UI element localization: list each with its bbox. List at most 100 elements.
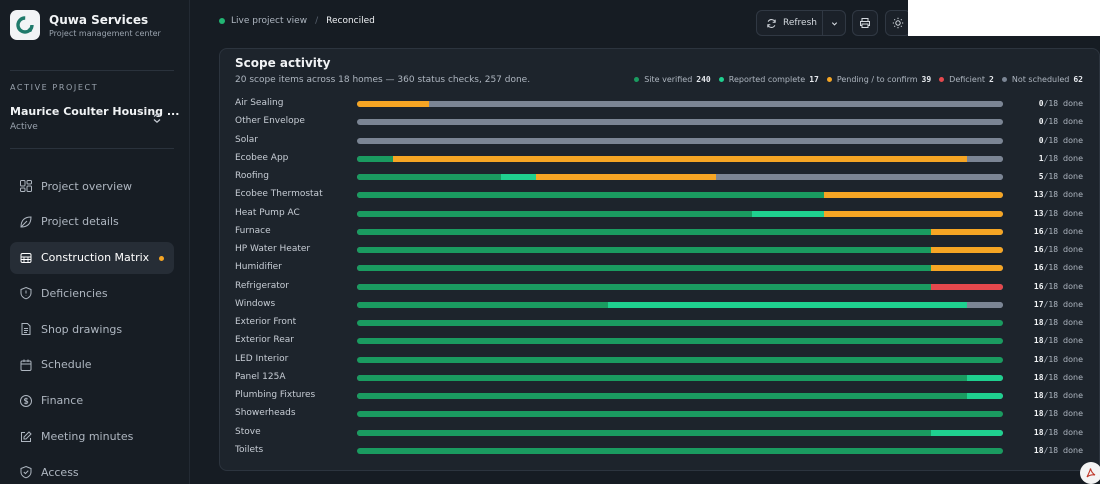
legend-dot <box>718 77 724 82</box>
scope-row[interactable]: Windows 17/18 done <box>235 296 1095 314</box>
scope-row[interactable]: Stove 18/18 done <box>235 424 1095 442</box>
total-count: 18 <box>1048 153 1059 163</box>
legend-item: Deficient 2 <box>939 75 994 84</box>
done-count: 16 <box>1033 226 1044 236</box>
overlay-panel <box>908 0 1100 36</box>
scope-progress-bar <box>357 301 1003 308</box>
scope-progress-bar <box>357 320 1003 326</box>
scope-item-count: 18/18 done <box>1034 391 1083 400</box>
total-count: 18 <box>1048 226 1059 236</box>
segment-reported-complete <box>967 393 1003 399</box>
project-status: Active <box>10 122 38 132</box>
nav-item-schedule[interactable]: Schedule <box>10 349 174 381</box>
legend-count: 17 <box>809 75 819 84</box>
total-count: 18 <box>1048 172 1059 181</box>
nav-item-meeting-minutes[interactable]: Meeting minutes <box>10 421 174 453</box>
scope-row[interactable]: Plumbing Fixtures 18/18 done <box>235 387 1095 405</box>
scope-item-count: 16/18 done <box>1034 282 1083 291</box>
scope-progress-bar <box>357 283 1003 290</box>
scope-row[interactable]: LED Interior 18/18 done <box>235 351 1095 369</box>
segment-site-verified <box>357 155 393 162</box>
done-label: done <box>1063 135 1083 145</box>
shield-alert-icon <box>20 287 32 300</box>
scope-row[interactable]: Ecobee App 1/18 done <box>235 150 1095 168</box>
scope-item-name: Plumbing Fixtures <box>235 390 316 400</box>
pdf-icon[interactable] <box>1080 462 1100 484</box>
card-title: Scope activity <box>235 56 331 70</box>
edit-icon <box>21 430 32 442</box>
total-count: 18 <box>1048 281 1059 291</box>
nav-item-finance[interactable]: Finance <box>10 385 174 417</box>
scope-progress-bar <box>357 174 1003 180</box>
scope-row[interactable]: Exterior Front 18/18 done <box>235 314 1095 332</box>
segment-site-verified <box>357 174 501 180</box>
brand[interactable]: Quwa Services Project management center <box>10 10 161 40</box>
segment-site-verified <box>357 356 1003 363</box>
done-count: 18 <box>1033 445 1044 455</box>
scope-progress-bar <box>357 429 1003 436</box>
done-label: done <box>1063 427 1083 437</box>
nav-item-project-details[interactable]: Project details <box>10 206 174 238</box>
scope-progress-bar <box>357 210 1003 217</box>
done-count: 16 <box>1033 263 1044 273</box>
legend-count: 62 <box>1073 75 1083 84</box>
done-label: done <box>1063 354 1083 364</box>
chevron-up-down-icon[interactable] <box>151 112 163 124</box>
scope-row[interactable]: Solar 0/18 done <box>235 132 1095 150</box>
legend-dot <box>634 77 640 82</box>
scope-item-name: Stove <box>235 426 261 437</box>
scope-row[interactable]: Refrigerator 16/18 done <box>235 278 1095 296</box>
done-count: 18 <box>1033 427 1044 437</box>
scope-item-name: Exterior Front <box>235 317 297 327</box>
refresh-options-button[interactable] <box>823 19 845 28</box>
scope-row[interactable]: Humidifier 16/18 done <box>235 259 1095 277</box>
scope-row[interactable]: Roofing 5/18 done <box>235 168 1095 186</box>
scope-item-count: 0/18 done <box>1039 136 1083 145</box>
nav-item-access[interactable]: Access <box>10 456 174 484</box>
scope-row[interactable]: Panel 125A 18/18 done <box>235 369 1095 387</box>
done-label: done <box>1063 372 1083 382</box>
segment-reported-complete <box>608 301 968 308</box>
nav-item-construction-matrix[interactable]: Construction Matrix <box>10 241 174 274</box>
refresh-button[interactable]: Refresh <box>757 11 823 35</box>
segment-site-verified <box>357 447 1003 454</box>
segment-pending <box>357 101 429 107</box>
segment-pending <box>931 228 1003 235</box>
print-button[interactable] <box>852 10 878 36</box>
scope-row[interactable]: Exterior Rear 18/18 done <box>235 332 1095 350</box>
scope-row[interactable]: HP Water Heater 16/18 done <box>235 241 1095 259</box>
scope-progress-bar <box>357 411 1003 418</box>
scope-item-name: Humidifier <box>235 262 282 273</box>
scope-progress-bar <box>357 119 1003 126</box>
nav-item-project-overview[interactable]: Project overview <box>10 170 174 202</box>
done-label: done <box>1063 299 1083 309</box>
done-label: done <box>1063 117 1083 127</box>
nav-label: Construction Matrix <box>41 251 150 265</box>
scope-item-count: 0/18 done <box>1039 117 1083 126</box>
scope-row[interactable]: Other Envelope 0/18 done <box>235 113 1095 131</box>
scope-item-name: LED Interior <box>235 353 289 364</box>
done-label: done <box>1063 263 1083 273</box>
scope-row[interactable]: Ecobee Thermostat 13/18 done <box>235 186 1095 204</box>
scope-row[interactable]: Showerheads 18/18 done <box>235 405 1095 423</box>
scope-item-count: 0/18 done <box>1039 99 1083 108</box>
nav-item-deficiencies[interactable]: Deficiencies <box>10 277 174 309</box>
scope-row[interactable]: Toilets 18/18 done <box>235 442 1095 460</box>
nav-item-shop-drawings[interactable]: Shop drawings <box>10 313 174 345</box>
scope-row[interactable]: Heat Pump AC 13/18 done <box>235 205 1095 223</box>
scope-row[interactable]: Air Sealing 0/18 done <box>235 95 1095 113</box>
legend-label: Reported complete <box>728 75 806 84</box>
done-count: 18 <box>1033 391 1044 400</box>
scope-item-count: 18/18 done <box>1034 409 1083 418</box>
scope-row[interactable]: Furnace 16/18 done <box>235 223 1095 241</box>
done-label: done <box>1063 99 1083 108</box>
total-count: 18 <box>1048 336 1059 346</box>
segment-site-verified <box>357 411 1003 418</box>
scope-item-count: 18/18 done <box>1034 428 1083 437</box>
legend-count: 2 <box>989 75 994 84</box>
done-label: done <box>1063 190 1083 200</box>
segment-reported-complete <box>967 374 1003 381</box>
scope-progress-bar <box>357 137 1003 144</box>
done-count: 17 <box>1033 299 1044 309</box>
legend-dot <box>826 77 832 82</box>
